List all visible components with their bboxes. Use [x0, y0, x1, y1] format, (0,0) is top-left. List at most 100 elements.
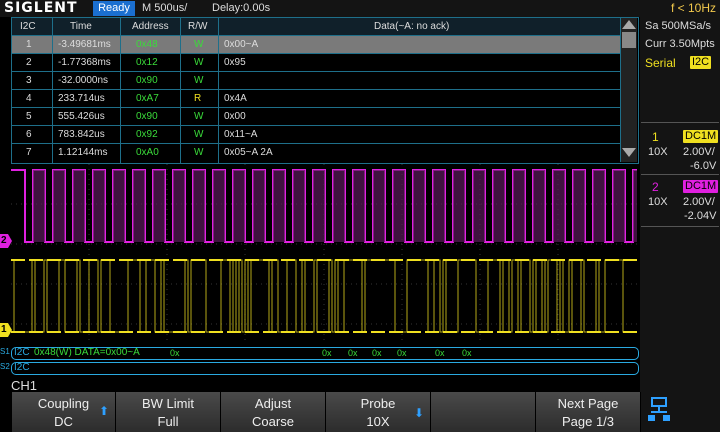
row-data: 0x95 — [224, 57, 246, 68]
s2-marker: S2 — [0, 362, 10, 371]
timebase-readout[interactable]: M 500us/ — [142, 0, 187, 17]
row-index: 7 — [26, 147, 32, 158]
row-address: 0xA7 — [136, 93, 159, 104]
softkey-label: Next Page — [557, 396, 619, 411]
s1-decode-prefix: I2C — [14, 347, 30, 358]
row-data: 0x11~A — [224, 129, 258, 140]
row-data: 0x00 — [224, 111, 246, 122]
decode-list-table[interactable]: I2C Time Address R/W Data(~A: no ack) 1 -… — [11, 17, 639, 164]
table-row[interactable]: 4 233.714us 0xA7 R 0x4A — [12, 89, 622, 108]
scroll-down-arrow-icon[interactable] — [622, 148, 636, 157]
row-time: -32.0000ns — [58, 75, 109, 86]
row-time: -3.49681ms — [58, 39, 111, 50]
adjust-softkey[interactable]: Adjust Coarse — [221, 392, 326, 432]
column-header-address: Address — [132, 21, 169, 32]
row-data: 0x00~A — [224, 39, 259, 50]
softkey-value: Full — [157, 414, 179, 429]
column-header-rw: R/W — [188, 21, 208, 32]
panel-divider — [641, 226, 719, 227]
row-rw: W — [194, 57, 204, 68]
empty-softkey[interactable] — [431, 392, 536, 432]
softkey-value: Page 1/3 — [561, 414, 615, 429]
right-info-panel — [640, 17, 720, 432]
scroll-up-arrow-icon[interactable] — [622, 20, 636, 29]
ch2-waveform-trace — [11, 169, 637, 243]
row-address: 0xA0 — [136, 147, 159, 158]
ch1-coupling-badge[interactable]: DC1M — [683, 130, 719, 143]
memory-depth-readout: Curr 3.50Mpts — [645, 38, 715, 50]
decode-frame-label: 0x — [397, 348, 407, 358]
row-index: 5 — [26, 111, 32, 122]
ch2-probe: 10X — [648, 196, 668, 208]
row-time: 555.426us — [58, 111, 105, 122]
bw-limit-softkey[interactable]: BW Limit Full — [116, 392, 221, 432]
table-row[interactable]: 6 783.842us 0x92 W 0x11~A — [12, 125, 622, 144]
s1-marker: S1 — [0, 347, 10, 356]
row-time: 783.842us — [58, 129, 105, 140]
ch2-coupling-badge[interactable]: DC1M — [683, 180, 719, 193]
row-rw: W — [194, 129, 204, 140]
softkey-label: BW Limit — [142, 396, 194, 411]
row-data: 0x4A — [224, 93, 247, 104]
row-rw: W — [194, 111, 204, 122]
column-divider — [120, 18, 121, 163]
row-rw: W — [194, 75, 204, 86]
row-index: 6 — [26, 129, 32, 140]
table-row[interactable]: 7 1.12144ms 0xA0 W 0x05~A 2A — [12, 143, 622, 162]
row-address: 0x90 — [136, 75, 158, 86]
scroll-thumb[interactable] — [622, 32, 636, 48]
arrow-up-icon: ⬆ — [98, 404, 109, 418]
row-time: 233.714us — [58, 93, 105, 104]
softkey-value: Coarse — [252, 414, 294, 429]
coupling-softkey[interactable]: Coupling DC ⬆ — [12, 392, 116, 432]
panel-divider — [641, 122, 719, 123]
column-header-i2c: I2C — [20, 21, 36, 32]
ch1-number[interactable]: 1 — [652, 130, 659, 144]
brand-logo: SIGLENT — [4, 0, 78, 16]
row-rw: R — [194, 93, 202, 104]
s2-decode-bar[interactable] — [11, 362, 639, 375]
column-divider — [218, 18, 219, 163]
next-page-softkey[interactable]: Next Page Page 1/3 — [536, 392, 641, 432]
ch1-waveform-trace — [11, 259, 637, 333]
run-status-badge[interactable]: Ready — [93, 1, 135, 16]
decode-frame-label: 0x — [322, 348, 332, 358]
frequency-readout: f < 10Hz — [670, 1, 716, 15]
probe-softkey[interactable]: Probe 10X ⬇ — [326, 392, 431, 432]
row-index: 4 — [26, 93, 32, 104]
waveform-display[interactable] — [11, 164, 637, 378]
panel-divider — [641, 174, 719, 175]
network-icon — [648, 397, 670, 421]
row-index: 2 — [26, 57, 32, 68]
ch2-number[interactable]: 2 — [652, 180, 659, 194]
row-data: 0x05~A 2A — [224, 147, 273, 158]
serial-protocol-badge[interactable]: I2C — [690, 56, 712, 69]
arrow-down-icon: ⬇ — [413, 406, 424, 420]
row-address: 0x48 — [136, 39, 158, 50]
ch2-scale: 2.00V/ — [683, 196, 715, 208]
decode-frame-label: 0x — [435, 348, 445, 358]
decode-frame-label: 0x — [170, 348, 180, 358]
table-row[interactable]: 3 -32.0000ns 0x90 W — [12, 71, 622, 90]
delay-readout[interactable]: Delay:0.00s — [212, 0, 270, 17]
s1-decode-text: 0x48(W) DATA=0x00~A — [34, 347, 140, 358]
row-index: 3 — [26, 75, 32, 86]
ch1-probe: 10X — [648, 146, 668, 158]
ch2-level-marker-label: 2 — [1, 235, 7, 246]
sample-rate-readout: Sa 500MSa/s — [645, 20, 712, 32]
table-row[interactable]: 5 555.426us 0x90 W 0x00 — [12, 107, 622, 126]
decode-frame-label: 0x — [462, 348, 472, 358]
row-address: 0x92 — [136, 129, 158, 140]
table-row[interactable]: 2 -1.77368ms 0x12 W 0x95 — [12, 53, 622, 72]
table-row[interactable]: 1 -3.49681ms 0x48 W 0x00~A — [12, 35, 622, 54]
column-header-data: Data(~A: no ack) — [374, 21, 450, 32]
ch1-offset: -6.0V — [690, 160, 717, 172]
row-index: 1 — [26, 39, 32, 50]
row-rw: W — [194, 39, 204, 50]
row-rw: W — [194, 147, 204, 158]
ch1-level-marker-label: 1 — [1, 324, 7, 335]
row-time: 1.12144ms — [58, 147, 108, 158]
ch1-scale: 2.00V/ — [683, 146, 715, 158]
decode-frame-label: 0x — [348, 348, 358, 358]
ch2-offset: -2.04V — [684, 210, 717, 222]
